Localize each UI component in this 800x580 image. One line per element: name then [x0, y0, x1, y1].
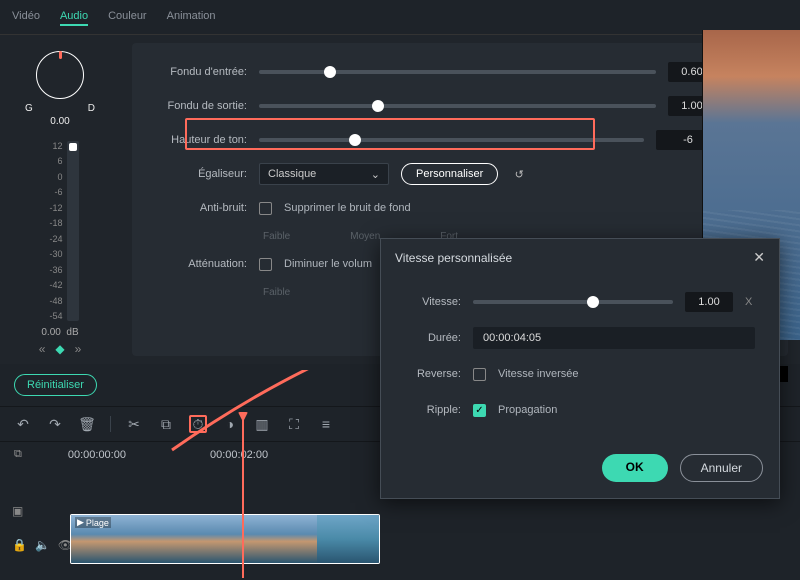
eq-label: Égaliseur: — [152, 168, 247, 180]
keyframe-nav[interactable]: « ◆ » — [39, 342, 82, 356]
next-keyframe-icon[interactable]: » — [75, 342, 82, 356]
tab-video[interactable]: Vidéo — [12, 8, 40, 26]
speed-value[interactable]: 1.00 — [685, 292, 733, 312]
volume-slider[interactable] — [67, 141, 79, 321]
denoise-label: Anti-bruit: — [152, 202, 247, 214]
custom-speed-dialog: Vitesse personnalisée ✕ Vitesse: 1.00 X … — [380, 238, 780, 499]
reset-button[interactable]: Réinitialiser — [14, 374, 97, 396]
editor-tabs: Vidéo Audio Couleur Animation — [0, 0, 800, 35]
level-meter: 1260 -6-12-18 -24-30-36 -42-48-54 — [41, 137, 78, 321]
duration-input[interactable]: 00:00:04:05 — [473, 327, 755, 349]
balance-labels: GD — [25, 103, 95, 114]
green-screen-icon[interactable]: ▥ — [253, 415, 271, 433]
crop-icon[interactable]: ⧉ — [157, 415, 175, 433]
reverse-checkbox[interactable] — [473, 368, 486, 381]
mute-icon[interactable]: 🔈 — [35, 538, 50, 552]
fadein-slider[interactable] — [259, 70, 656, 74]
eq-select[interactable]: Classique⌄ — [259, 163, 389, 185]
add-keyframe-icon[interactable]: ◆ — [55, 342, 64, 356]
color-icon[interactable]: ◑ — [221, 415, 239, 433]
timecode-start: 00:00:00:00 — [68, 449, 126, 461]
plus-icon[interactable]: ▣ — [12, 504, 23, 518]
eq-customize-button[interactable]: Personnaliser — [401, 163, 498, 185]
close-icon[interactable]: ✕ — [753, 249, 765, 266]
speed-label: Vitesse: — [405, 296, 461, 308]
reverse-label: Reverse: — [405, 368, 461, 380]
settings-icon[interactable]: ≡ — [317, 415, 335, 433]
balance-value: 0.00 — [50, 116, 69, 127]
ok-button[interactable]: OK — [602, 454, 668, 482]
fadeout-label: Fondu de sortie: — [152, 100, 247, 112]
fadeout-slider[interactable] — [259, 104, 656, 108]
ducking-checkbox[interactable] — [259, 258, 272, 271]
balance-area: GD 0.00 1260 -6-12-18 -24-30-36 -42-48-5… — [0, 43, 120, 356]
ducking-label: Atténuation: — [152, 258, 247, 270]
chevron-down-icon: ⌄ — [371, 168, 380, 181]
ripple-checkbox[interactable]: ✓ — [473, 404, 486, 417]
fadein-label: Fondu d'entrée: — [152, 66, 247, 78]
tab-animation[interactable]: Animation — [167, 8, 216, 26]
redo-icon[interactable]: ↷ — [46, 415, 64, 433]
pitch-label: Hauteur de ton: — [152, 134, 247, 146]
video-clip[interactable]: ▶Plage — [70, 514, 380, 564]
speed-icon[interactable]: ⏱ — [189, 415, 207, 433]
balance-knob[interactable] — [36, 51, 84, 99]
tab-color[interactable]: Couleur — [108, 8, 147, 26]
cut-icon[interactable]: ✂ — [125, 415, 143, 433]
ripple-label: Ripple: — [405, 404, 461, 416]
ripple-lock-icon[interactable]: ⧉ — [14, 448, 22, 461]
undo-icon[interactable]: ↶ — [14, 415, 32, 433]
tab-audio[interactable]: Audio — [60, 8, 88, 26]
eq-reset-icon[interactable]: ↺ — [510, 165, 528, 183]
speed-slider[interactable] — [473, 300, 673, 304]
lock-icon[interactable]: 🔒 — [12, 538, 27, 552]
duration-label: Durée: — [405, 332, 461, 344]
prev-keyframe-icon[interactable]: « — [39, 342, 46, 356]
delete-icon[interactable]: 🗑 — [78, 415, 96, 433]
expand-icon[interactable]: ⛶ — [285, 415, 303, 433]
timecode-2: 00:00:02:00 — [210, 449, 268, 461]
track-header-icons[interactable]: ▣ 🔒🔈👁 — [12, 504, 73, 552]
dialog-title: Vitesse personnalisée — [395, 251, 512, 265]
playhead[interactable] — [242, 418, 244, 578]
pitch-slider[interactable] — [259, 138, 644, 142]
denoise-checkbox[interactable] — [259, 202, 272, 215]
cancel-button[interactable]: Annuler — [680, 454, 763, 482]
